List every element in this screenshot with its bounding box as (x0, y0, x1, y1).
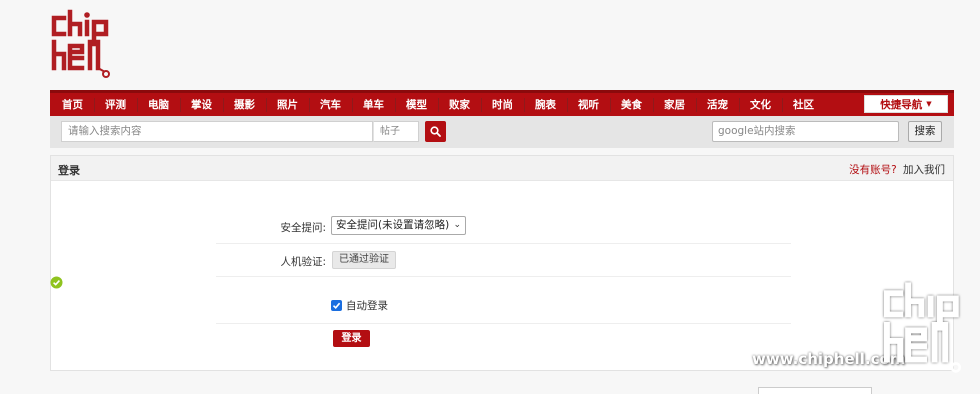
security-question-label: 安全提问: (280, 222, 326, 234)
chevron-down-icon: ⌄ (453, 220, 461, 230)
captcha-status: 已通过验证 (332, 251, 396, 269)
login-panel: 登录 没有账号? 加入我们 安全提问: 安全提问(未设置请忽略) ⌄ 人机验证:… (50, 155, 954, 371)
nav-item[interactable]: 掌设 (181, 97, 224, 112)
nav-item[interactable]: 家居 (654, 97, 697, 112)
quick-nav-button[interactable]: 快捷导航 ▼ (864, 95, 948, 113)
nav-item[interactable]: 摄影 (224, 97, 267, 112)
nav-item[interactable]: 模型 (396, 97, 439, 112)
nav-item[interactable]: 活宠 (697, 97, 740, 112)
nav-item[interactable]: 汽车 (310, 97, 353, 112)
security-question-value: 安全提问(未设置请忽略) (336, 219, 450, 231)
verified-check-icon (50, 276, 63, 289)
security-question-select[interactable]: 安全提问(未设置请忽略) ⌄ (331, 216, 466, 235)
nav-item[interactable]: 文化 (740, 97, 783, 112)
nav-item[interactable]: 首页 (52, 97, 95, 112)
search-type-select[interactable]: 帖子 (373, 121, 419, 142)
caret-down-icon: ▼ (926, 100, 932, 108)
captcha-row: 人机验证: 已通过验证 (216, 244, 791, 277)
nav-list: 首页 评测 电脑 掌设 摄影 照片 汽车 单车 模型 败家 时尚 腕表 视听 美食 家居 活宠 文化 社区 (50, 93, 954, 116)
auto-login-row: 自动登录 (216, 277, 791, 324)
search-button[interactable] (425, 121, 446, 142)
no-account-text: 没有账号? (849, 164, 897, 176)
nav-item[interactable]: 时尚 (482, 97, 525, 112)
nav-item[interactable]: 照片 (267, 97, 310, 112)
watermark-logo (883, 282, 962, 373)
login-submit-button[interactable]: 登录 (333, 330, 370, 347)
nav-item[interactable]: 视听 (568, 97, 611, 112)
search-bar: 请输入搜索内容 帖子 google站内搜索 搜索 (50, 116, 954, 148)
nav-item[interactable]: 社区 (783, 98, 825, 112)
nav-item[interactable]: 评测 (95, 97, 138, 112)
google-search-input[interactable]: google站内搜索 (712, 121, 899, 142)
search-input[interactable]: 请输入搜索内容 (61, 121, 373, 142)
google-search-button[interactable]: 搜索 (908, 121, 942, 142)
footer-widget (758, 387, 872, 394)
nav-item[interactable]: 腕表 (525, 97, 568, 112)
nav-item[interactable]: 美食 (611, 97, 654, 112)
nav-item[interactable]: 单车 (353, 97, 396, 112)
register-links: 没有账号? 加入我们 (849, 162, 945, 177)
search-icon (430, 126, 441, 137)
security-question-row: 安全提问: 安全提问(未设置请忽略) ⌄ (216, 200, 791, 244)
nav-item[interactable]: 电脑 (138, 97, 181, 112)
quick-nav-label: 快捷导航 (880, 98, 923, 111)
nav-item[interactable]: 败家 (439, 97, 482, 112)
auto-login-checkbox[interactable] (331, 300, 342, 311)
join-us-link[interactable]: 加入我们 (903, 164, 945, 176)
chiphell-logo[interactable] (50, 8, 114, 82)
auto-login-control[interactable]: 自动登录 (331, 298, 388, 313)
auto-login-label: 自动登录 (346, 300, 388, 312)
check-icon (332, 302, 341, 309)
captcha-label: 人机验证: (280, 256, 326, 268)
login-title: 登录 (58, 164, 80, 177)
login-panel-header: 登录 没有账号? 加入我们 (51, 156, 953, 181)
main-nav: 首页 评测 电脑 掌设 摄影 照片 汽车 单车 模型 败家 时尚 腕表 视听 美食 家居 活宠 文化 社区 快捷导… (50, 90, 954, 116)
